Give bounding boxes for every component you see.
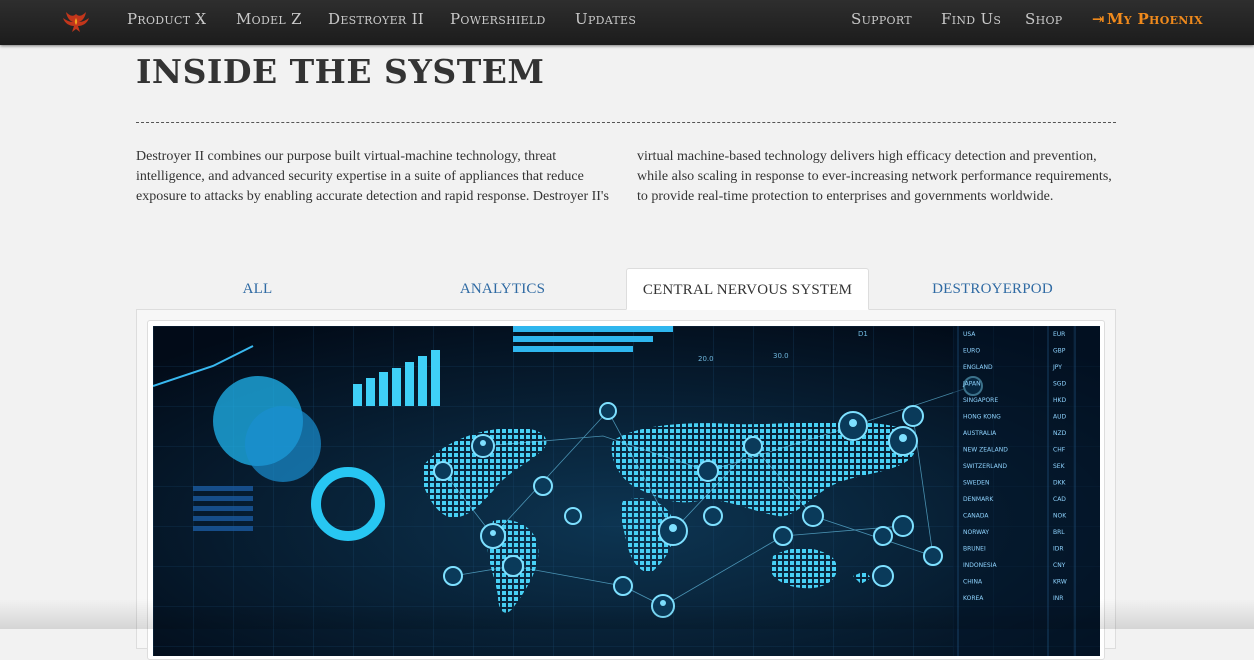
table-currency: NOK [1053, 513, 1067, 520]
table-country: INDONESIA [963, 562, 997, 569]
table-country: KOREA [963, 595, 984, 602]
table-currency: CAD [1053, 496, 1066, 503]
table-country: EURO [963, 348, 980, 355]
table-country: AUSTRALIA [963, 430, 997, 437]
table-country: CANADA [963, 513, 989, 520]
table-currency: CNY [1053, 562, 1066, 569]
table-currency: HKD [1053, 397, 1066, 404]
table-currency: NZD [1053, 430, 1067, 437]
intro-paragraph: Destroyer II combines our purpose built … [136, 149, 1112, 204]
nav-item-my-phoenix[interactable]: ⇥ My Phoenix [1092, 10, 1203, 28]
table-currency: BRL [1053, 529, 1065, 536]
table-country: USA [963, 331, 976, 338]
table-country: JAPAN [962, 381, 981, 388]
nav-item-shop[interactable]: Shop [1025, 10, 1063, 28]
table-currency: INR [1053, 595, 1063, 602]
table-currency: AUD [1053, 414, 1066, 421]
tab-all[interactable]: ALL [136, 268, 379, 310]
axis-label-20: 20.0 [698, 355, 714, 363]
table-currency: GBP [1053, 348, 1066, 355]
table-country: NORWAY [963, 529, 989, 536]
nav-item-powershield[interactable]: Powershield [450, 10, 546, 28]
world-network-image: 20.0 30.0 D1 USA EUREURO GBPENGLAND JPYJ… [153, 326, 1100, 656]
nav-item-product-x[interactable]: Product X [127, 10, 206, 28]
table-currency: SEK [1053, 463, 1066, 470]
table-currency: SGD [1053, 381, 1066, 388]
table-country: BRUNEI [963, 546, 986, 553]
table-currency: IDR [1053, 546, 1064, 553]
nav-item-support[interactable]: Support [851, 10, 912, 28]
table-currency: JPY [1052, 364, 1062, 371]
phoenix-logo-icon[interactable] [60, 8, 92, 38]
image-frame: 20.0 30.0 D1 USA EUR EURO GBP ENGLAND JP… [147, 320, 1105, 660]
top-navbar: Product X Model Z Destroyer II Powershie… [0, 0, 1254, 45]
tab-destroyerpod[interactable]: DESTROYERPOD [871, 268, 1114, 310]
sign-in-icon: ⇥ [1092, 10, 1105, 28]
table-country: SWEDEN [963, 480, 989, 487]
table-country: HONG KONG [963, 414, 1001, 421]
page-title: INSIDE THE SYSTEM [136, 52, 545, 91]
table-currency: KRW [1053, 579, 1067, 586]
tab-bar: ALL ANALYTICS CENTRAL NERVOUS SYSTEM DES… [136, 268, 1116, 310]
axis-label-d1: D1 [858, 330, 868, 338]
table-country: DENMARK [963, 496, 994, 503]
table-currency: DKK [1053, 480, 1067, 487]
my-phoenix-label: My Phoenix [1106, 10, 1203, 28]
nav-item-find-us[interactable]: Find Us [941, 10, 1001, 28]
table-country: CHINA [963, 579, 983, 586]
tab-panel: 20.0 30.0 D1 USA EUR EURO GBP ENGLAND JP… [136, 309, 1116, 660]
nav-item-updates[interactable]: Updates [575, 10, 636, 28]
table-country: SINGAPORE [963, 397, 998, 404]
nav-item-destroyer-ii[interactable]: Destroyer II [328, 10, 424, 28]
nav-item-model-z[interactable]: Model Z [236, 10, 302, 28]
table-country: SWITZERLAND [963, 463, 1007, 470]
table-currency: EUR [1053, 331, 1065, 338]
tab-central-nervous-system[interactable]: CENTRAL NERVOUS SYSTEM [626, 268, 869, 310]
table-currency: CHF [1053, 447, 1066, 454]
tab-analytics[interactable]: ANALYTICS [381, 268, 624, 310]
table-country: ENGLAND [963, 364, 993, 371]
table-country: NEW ZEALAND [963, 447, 1008, 454]
axis-label-30: 30.0 [773, 352, 789, 360]
dashed-divider [136, 122, 1116, 123]
